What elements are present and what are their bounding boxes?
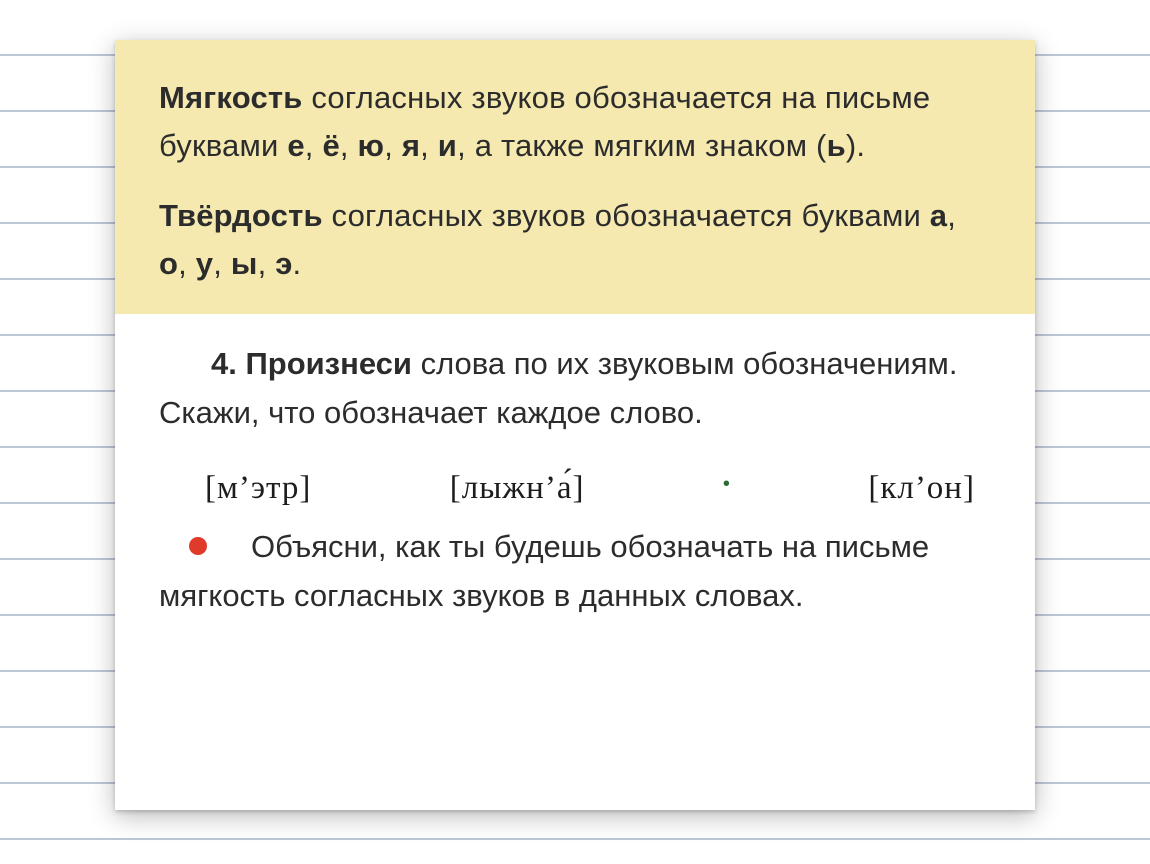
rule1-letter-yu: ю — [358, 128, 385, 163]
rule2-letter-y: ы — [231, 246, 258, 281]
rule2-letter-eh: э — [275, 246, 292, 281]
rule1-text3: ). — [846, 128, 865, 163]
red-bullet-icon — [189, 537, 207, 555]
phonetic-word-3: [кл’он] — [868, 470, 975, 507]
exercise-task: 4. Произнеси слова по их звуковым обозна… — [159, 340, 991, 438]
rule2-letter-u: у — [196, 246, 213, 281]
exercise-verb: Произнеси — [237, 346, 412, 381]
followup-text: Объясни, как ты будешь обозначать на пис… — [159, 523, 991, 621]
rule-softness: Мягкость согласных звуков обозначается н… — [159, 74, 991, 170]
followup-task: Объясни, как ты будешь обозначать на пис… — [115, 523, 1035, 661]
phonetic-row: [м’этр] [лыжн’а] • [кл’он] — [115, 448, 1035, 523]
rule1-letter-e: е — [287, 128, 304, 163]
rule2-text2: . — [293, 246, 302, 281]
phonetic-word-1: [м’этр] — [205, 470, 311, 507]
rule-hardness: Твёрдость согласных звуков обозначается … — [159, 192, 991, 288]
rule2-keyword: Твёрдость — [159, 198, 323, 233]
rule1-letter-yo: ё — [322, 128, 339, 163]
rule2-text1: согласных звуков обозначается буквами — [323, 198, 930, 233]
textbook-scan: Мягкость согласных звуков обозначается н… — [115, 40, 1035, 810]
rule1-letter-softsign: ь — [827, 128, 846, 163]
rule1-letter-ya: я — [402, 128, 420, 163]
rule2-letter-a: а — [930, 198, 947, 233]
exercise-number: 4. — [211, 346, 237, 381]
rule1-letter-i: и — [438, 128, 457, 163]
separator-dot: • — [723, 473, 730, 496]
rule1-text2: , а так­же мягким знаком ( — [457, 128, 827, 163]
rules-highlight-box: Мягкость согласных звуков обозначается н… — [115, 40, 1035, 314]
rule1-keyword: Мягкость — [159, 80, 303, 115]
phonetic-word-2: [лыжн’а] — [450, 470, 585, 507]
exercise-4: 4. Произнеси слова по их звуковым обозна… — [115, 314, 1035, 448]
rule2-letter-o: о — [159, 246, 178, 281]
